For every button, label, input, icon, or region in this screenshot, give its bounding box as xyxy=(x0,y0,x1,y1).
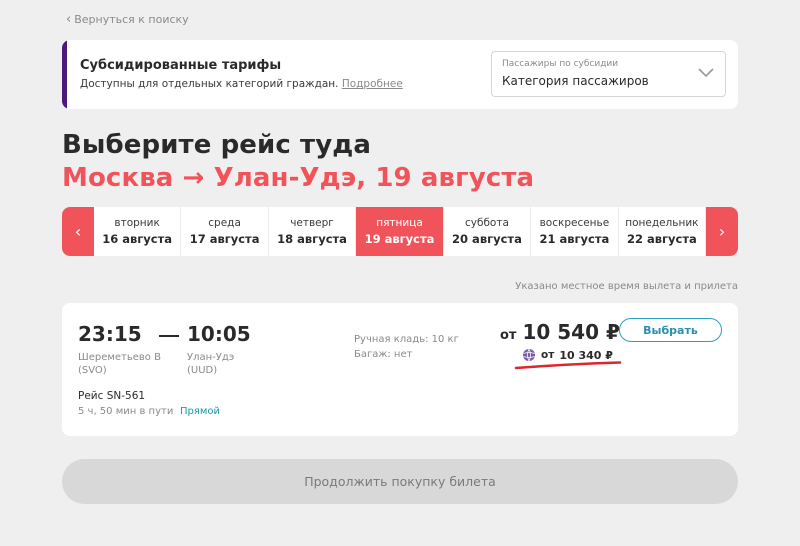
date-tab-dow: понедельник xyxy=(625,217,699,229)
page: ‹ Вернуться к поиску Субсидированные тар… xyxy=(0,0,800,546)
date-tab-date: 20 августа xyxy=(452,232,522,246)
departure-airport: Шереметьево B (SVO) xyxy=(78,351,161,377)
loyalty-price-value: 10 340 ₽ xyxy=(559,348,613,362)
baggage-info: Багаж: нет xyxy=(354,349,413,360)
back-link-label: Вернуться к поиску xyxy=(74,13,189,26)
red-underline-annotation xyxy=(514,361,622,370)
date-tab-dow: пятница xyxy=(376,217,423,229)
departure-airport-code: (SVO) xyxy=(78,365,107,376)
price-value: 10 540 ₽ xyxy=(522,320,620,344)
subsidy-subtitle-text: Доступны для отдельных категорий граждан… xyxy=(80,78,339,90)
date-tab-dow: суббота xyxy=(464,217,509,229)
route-title: Москва → Улан-Удэ, 19 августа xyxy=(62,163,535,193)
loyalty-price: от 10 340 ₽ xyxy=(522,348,613,362)
chevron-down-icon xyxy=(698,68,714,78)
select-value: Категория пассажиров xyxy=(502,74,649,88)
departure-time: 23:15 xyxy=(78,322,142,346)
date-tab-dow: четверг xyxy=(290,217,334,229)
choose-flight-button[interactable]: Выбрать xyxy=(619,318,722,342)
chevron-left-icon: ‹ xyxy=(74,222,82,241)
time-separator xyxy=(159,335,179,337)
subsidy-title: Субсидированные тарифы xyxy=(80,58,282,73)
arrival-time: 10:05 xyxy=(187,322,251,346)
prev-dates-button[interactable]: ‹ xyxy=(62,207,94,256)
date-tab-date: 22 августа xyxy=(626,232,697,246)
date-tab[interactable]: вторник 16 августа xyxy=(94,207,182,256)
loyalty-price-prefix: от xyxy=(541,349,555,361)
flight-card: 23:15 10:05 Шереметьево B (SVO) Улан-Удэ… xyxy=(62,303,738,436)
direct-flight-link[interactable]: Прямой xyxy=(180,406,220,417)
back-to-search-link[interactable]: ‹ Вернуться к поиску xyxy=(66,13,189,26)
arrival-airport: Улан-Удэ (UUD) xyxy=(187,351,234,377)
date-tab[interactable]: четверг 18 августа xyxy=(269,207,357,256)
departure-airport-name: Шереметьево B xyxy=(78,352,161,363)
date-tab[interactable]: суббота 20 августа xyxy=(444,207,532,256)
date-tab-dow: вторник xyxy=(114,217,160,229)
subsidy-more-link[interactable]: Подробнее xyxy=(342,78,403,90)
date-tab-dow: воскресенье xyxy=(539,217,610,229)
date-tab-date: 18 августа xyxy=(277,232,347,246)
date-tab-date: 16 августа xyxy=(102,232,173,246)
date-selector: ‹ вторник 16 августа среда 17 августа че… xyxy=(62,207,738,256)
chevron-right-icon: › xyxy=(718,222,726,241)
date-tab-date: 19 августа xyxy=(364,232,435,246)
flight-duration: 5 ч, 50 мин в пути xyxy=(78,406,174,417)
passenger-category-select[interactable]: Пассажиры по субсидии Категория пассажир… xyxy=(491,51,726,97)
local-time-note: Указано местное время вылета и прилета xyxy=(515,281,738,292)
arrival-airport-code: (UUD) xyxy=(187,365,218,376)
price-prefix: от xyxy=(500,328,517,343)
date-tab-selected[interactable]: пятница 19 августа xyxy=(356,207,444,256)
date-tab-dow: среда xyxy=(208,217,241,229)
subsidy-card: Субсидированные тарифы Доступны для отде… xyxy=(62,40,738,109)
select-label: Пассажиры по субсидии xyxy=(502,59,619,69)
date-tab-date: 17 августа xyxy=(189,232,260,246)
subsidy-accent-bar xyxy=(62,40,67,109)
arrival-airport-name: Улан-Удэ xyxy=(187,352,235,363)
date-tab[interactable]: среда 17 августа xyxy=(181,207,269,256)
date-tab[interactable]: воскресенье 21 августа xyxy=(531,207,619,256)
continue-purchase-button[interactable]: Продолжить покупку билета xyxy=(62,459,738,504)
date-tab-date: 21 августа xyxy=(539,232,610,246)
date-tab[interactable]: понедельник 22 августа xyxy=(619,207,707,256)
chevron-left-icon: ‹ xyxy=(66,12,72,27)
loyalty-globe-icon xyxy=(523,348,535,362)
price: от 10 540 ₽ xyxy=(500,320,620,344)
flight-number: Рейс SN-561 xyxy=(78,390,146,402)
subsidy-subtitle: Доступны для отдельных категорий граждан… xyxy=(80,78,403,90)
page-title: Выберите рейс туда xyxy=(62,130,371,160)
next-dates-button[interactable]: › xyxy=(706,207,738,256)
hand-luggage-info: Ручная кладь: 10 кг xyxy=(354,334,459,345)
